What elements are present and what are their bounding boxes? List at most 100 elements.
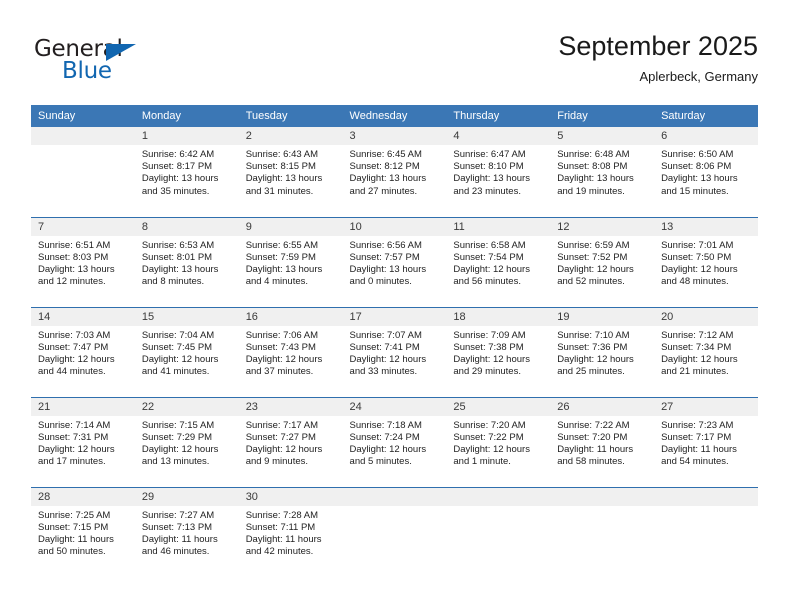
calendar-day-cell[interactable]: 26 Sunrise: 7:22 AM Sunset: 7:20 PM Dayligh…: [550, 396, 655, 487]
day-detail-line: Sunrise: 6:48 AM: [557, 149, 630, 160]
calendar-day-cell[interactable]: 13 Sunrise: 7:01 AM Sunset: 7:50 PM Dayligh…: [654, 216, 758, 307]
calendar-empty-cell: [654, 486, 758, 577]
day-cell-inner: 3 Sunrise: 6:45 AM Sunset: 8:12 PM Daylight…: [342, 127, 447, 216]
day-detail-line: Sunset: 8:12 PM: [349, 161, 420, 173]
day-number: 16: [238, 307, 343, 326]
day-detail-line: Sunset: 7:17 PM: [661, 431, 732, 443]
day-cell-inner: 4 Sunrise: 6:47 AM Sunset: 8:10 PM Daylight…: [446, 127, 551, 216]
calendar-day-cell[interactable]: 12 Sunrise: 6:59 AM Sunset: 7:52 PM Dayligh…: [550, 216, 655, 307]
calendar-week-row: 14 Sunrise: 7:03 AM Sunset: 7:47 PM Dayligh…: [31, 306, 758, 397]
day-cell-inner: 29 Sunrise: 7:27 AM Sunset: 7:13 PM Dayligh…: [134, 487, 239, 577]
calendar-day-cell[interactable]: 21 Sunrise: 7:14 AM Sunset: 7:31 PM Dayligh…: [31, 396, 135, 487]
day-detail-line: Sunset: 8:10 PM: [453, 161, 524, 173]
calendar-day-cell[interactable]: 3 Sunrise: 6:45 AM Sunset: 8:12 PM Daylight…: [342, 127, 447, 217]
calendar-day-cell[interactable]: 19 Sunrise: 7:10 AM Sunset: 7:36 PM Dayligh…: [550, 306, 655, 397]
calendar-day-cell[interactable]: 20 Sunrise: 7:12 AM Sunset: 7:34 PM Dayligh…: [654, 306, 758, 397]
day-cell-inner: [654, 487, 758, 577]
day-detail-line: Sunrise: 6:45 AM: [349, 149, 422, 160]
day-details: Sunrise: 6:56 AM Sunset: 7:57 PM Daylight:…: [343, 236, 447, 289]
day-detail-line: Sunrise: 6:55 AM: [245, 239, 319, 251]
day-detail-line: Sunset: 8:01 PM: [141, 251, 213, 263]
day-cell-inner: [550, 487, 655, 577]
general-blue-logo[interactable]: General Blue: [34, 36, 234, 86]
calendar-day-cell[interactable]: 16 Sunrise: 7:06 AM Sunset: 7:43 PM Dayligh…: [238, 306, 343, 397]
day-number: 15: [134, 307, 239, 326]
day-detail-line: and 0 minutes.: [349, 276, 412, 288]
calendar-day-cell[interactable]: 17 Sunrise: 7:07 AM Sunset: 7:41 PM Dayligh…: [342, 306, 447, 397]
day-details: [654, 506, 758, 510]
calendar-day-cell[interactable]: 18 Sunrise: 7:09 AM Sunset: 7:38 PM Dayligh…: [446, 306, 551, 397]
day-detail-line: Daylight: 11 hours: [38, 533, 114, 545]
day-detail-line: Daylight: 12 hours: [453, 353, 530, 365]
day-detail-line: Daylight: 13 hours: [661, 173, 738, 185]
calendar-day-cell[interactable]: 2 Sunrise: 6:43 AM Sunset: 8:15 PM Daylight…: [238, 127, 343, 217]
day-number: 27: [654, 397, 758, 416]
calendar-day-cell[interactable]: 4 Sunrise: 6:47 AM Sunset: 8:10 PM Daylight…: [446, 127, 551, 217]
page-subtitle: Aplerbeck, Germany: [639, 69, 759, 84]
calendar-day-cell[interactable]: 9 Sunrise: 6:55 AM Sunset: 7:59 PM Daylight…: [238, 216, 343, 307]
day-cell-inner: 11 Sunrise: 6:58 AM Sunset: 7:54 PM Dayligh…: [446, 217, 551, 307]
day-detail-line: Sunrise: 7:17 AM: [245, 419, 319, 431]
weekday-header-sunday: Sunday: [31, 105, 135, 127]
calendar-day-cell[interactable]: 1 Sunrise: 6:42 AM Sunset: 8:17 PM Daylight…: [134, 127, 239, 217]
day-details: [446, 506, 550, 510]
calendar-day-cell[interactable]: 10 Sunrise: 6:56 AM Sunset: 7:57 PM Dayligh…: [342, 216, 447, 307]
day-number: 19: [550, 307, 655, 326]
day-detail-line: Sunset: 7:11 PM: [245, 521, 316, 533]
day-detail-line: and 46 minutes.: [141, 546, 210, 558]
page-title: September 2025: [558, 31, 758, 61]
calendar-day-cell[interactable]: 30 Sunrise: 7:28 AM Sunset: 7:11 PM Dayligh…: [238, 486, 343, 577]
day-cell-inner: 15 Sunrise: 7:04 AM Sunset: 7:45 PM Dayligh…: [134, 307, 239, 397]
day-cell-inner: 10 Sunrise: 6:56 AM Sunset: 7:57 PM Dayligh…: [342, 217, 447, 307]
day-number: [654, 487, 758, 506]
day-detail-line: and 29 minutes.: [453, 366, 521, 378]
day-detail-line: Sunrise: 7:04 AM: [141, 329, 215, 341]
calendar-day-cell[interactable]: 7 Sunrise: 6:51 AM Sunset: 8:03 PM Daylight…: [31, 216, 135, 307]
day-detail-line: Sunset: 7:57 PM: [349, 251, 420, 263]
day-number: 1: [134, 127, 239, 145]
calendar-day-cell[interactable]: 24 Sunrise: 7:18 AM Sunset: 7:24 PM Dayligh…: [342, 396, 447, 487]
day-number: 13: [654, 217, 758, 236]
day-detail-line: Daylight: 13 hours: [38, 263, 115, 275]
day-detail-line: Sunrise: 6:59 AM: [557, 239, 630, 251]
calendar-empty-cell: [550, 486, 655, 577]
day-number: 25: [446, 397, 551, 416]
day-detail-line: Sunrise: 6:56 AM: [349, 239, 422, 251]
day-detail-line: Daylight: 11 hours: [661, 443, 737, 455]
day-number: 4: [446, 127, 551, 145]
day-detail-line: Sunrise: 7:27 AM: [141, 509, 215, 521]
day-details: Sunrise: 7:22 AM Sunset: 7:20 PM Daylight:…: [550, 416, 654, 469]
calendar-day-cell[interactable]: 22 Sunrise: 7:15 AM Sunset: 7:29 PM Dayligh…: [134, 396, 239, 487]
calendar-day-cell[interactable]: 15 Sunrise: 7:04 AM Sunset: 7:45 PM Dayligh…: [134, 306, 239, 397]
day-detail-line: Sunrise: 6:51 AM: [38, 239, 111, 251]
day-details: Sunrise: 7:14 AM Sunset: 7:31 PM Daylight:…: [31, 416, 135, 469]
day-detail-line: Sunrise: 6:53 AM: [141, 239, 215, 251]
calendar-day-cell[interactable]: 29 Sunrise: 7:27 AM Sunset: 7:13 PM Dayligh…: [134, 486, 239, 577]
calendar-page: General Blue September 2025 Aplerbeck, G…: [0, 0, 792, 612]
day-cell-inner: 9 Sunrise: 6:55 AM Sunset: 7:59 PM Daylight…: [238, 217, 343, 307]
day-cell-inner: 6 Sunrise: 6:50 AM Sunset: 8:06 PM Daylight…: [654, 127, 758, 216]
calendar-day-cell[interactable]: 5 Sunrise: 6:48 AM Sunset: 8:08 PM Daylight…: [550, 127, 655, 217]
day-details: Sunrise: 7:25 AM Sunset: 7:15 PM Daylight:…: [31, 506, 135, 559]
calendar-empty-cell: [31, 127, 135, 217]
day-number: [342, 487, 447, 506]
day-detail-line: Sunset: 7:54 PM: [453, 251, 524, 263]
calendar-day-cell[interactable]: 11 Sunrise: 6:58 AM Sunset: 7:54 PM Dayligh…: [446, 216, 551, 307]
day-detail-line: Sunrise: 7:07 AM: [349, 329, 422, 341]
calendar-day-cell[interactable]: 6 Sunrise: 6:50 AM Sunset: 8:06 PM Daylight…: [654, 127, 758, 217]
calendar-day-cell[interactable]: 27 Sunrise: 7:23 AM Sunset: 7:17 PM Dayligh…: [654, 396, 758, 487]
day-cell-inner: 25 Sunrise: 7:20 AM Sunset: 7:22 PM Dayligh…: [446, 397, 551, 487]
weekday-header-thursday: Thursday: [446, 105, 551, 127]
day-detail-line: and 50 minutes.: [38, 546, 106, 558]
calendar-day-cell[interactable]: 25 Sunrise: 7:20 AM Sunset: 7:22 PM Dayligh…: [446, 396, 551, 487]
day-number: [31, 127, 135, 145]
day-number: 3: [342, 127, 447, 145]
day-detail-line: and 1 minute.: [453, 456, 511, 468]
calendar-day-cell[interactable]: 23 Sunrise: 7:17 AM Sunset: 7:27 PM Dayligh…: [238, 396, 343, 487]
day-details: Sunrise: 7:28 AM Sunset: 7:11 PM Daylight:…: [239, 506, 343, 559]
day-detail-line: Sunrise: 6:58 AM: [453, 239, 526, 251]
calendar-day-cell[interactable]: 8 Sunrise: 6:53 AM Sunset: 8:01 PM Daylight…: [134, 216, 239, 307]
day-detail-line: Sunrise: 7:12 AM: [661, 329, 734, 341]
calendar-day-cell[interactable]: 14 Sunrise: 7:03 AM Sunset: 7:47 PM Dayligh…: [31, 306, 135, 397]
calendar-day-cell[interactable]: 28 Sunrise: 7:25 AM Sunset: 7:15 PM Dayligh…: [31, 486, 135, 577]
